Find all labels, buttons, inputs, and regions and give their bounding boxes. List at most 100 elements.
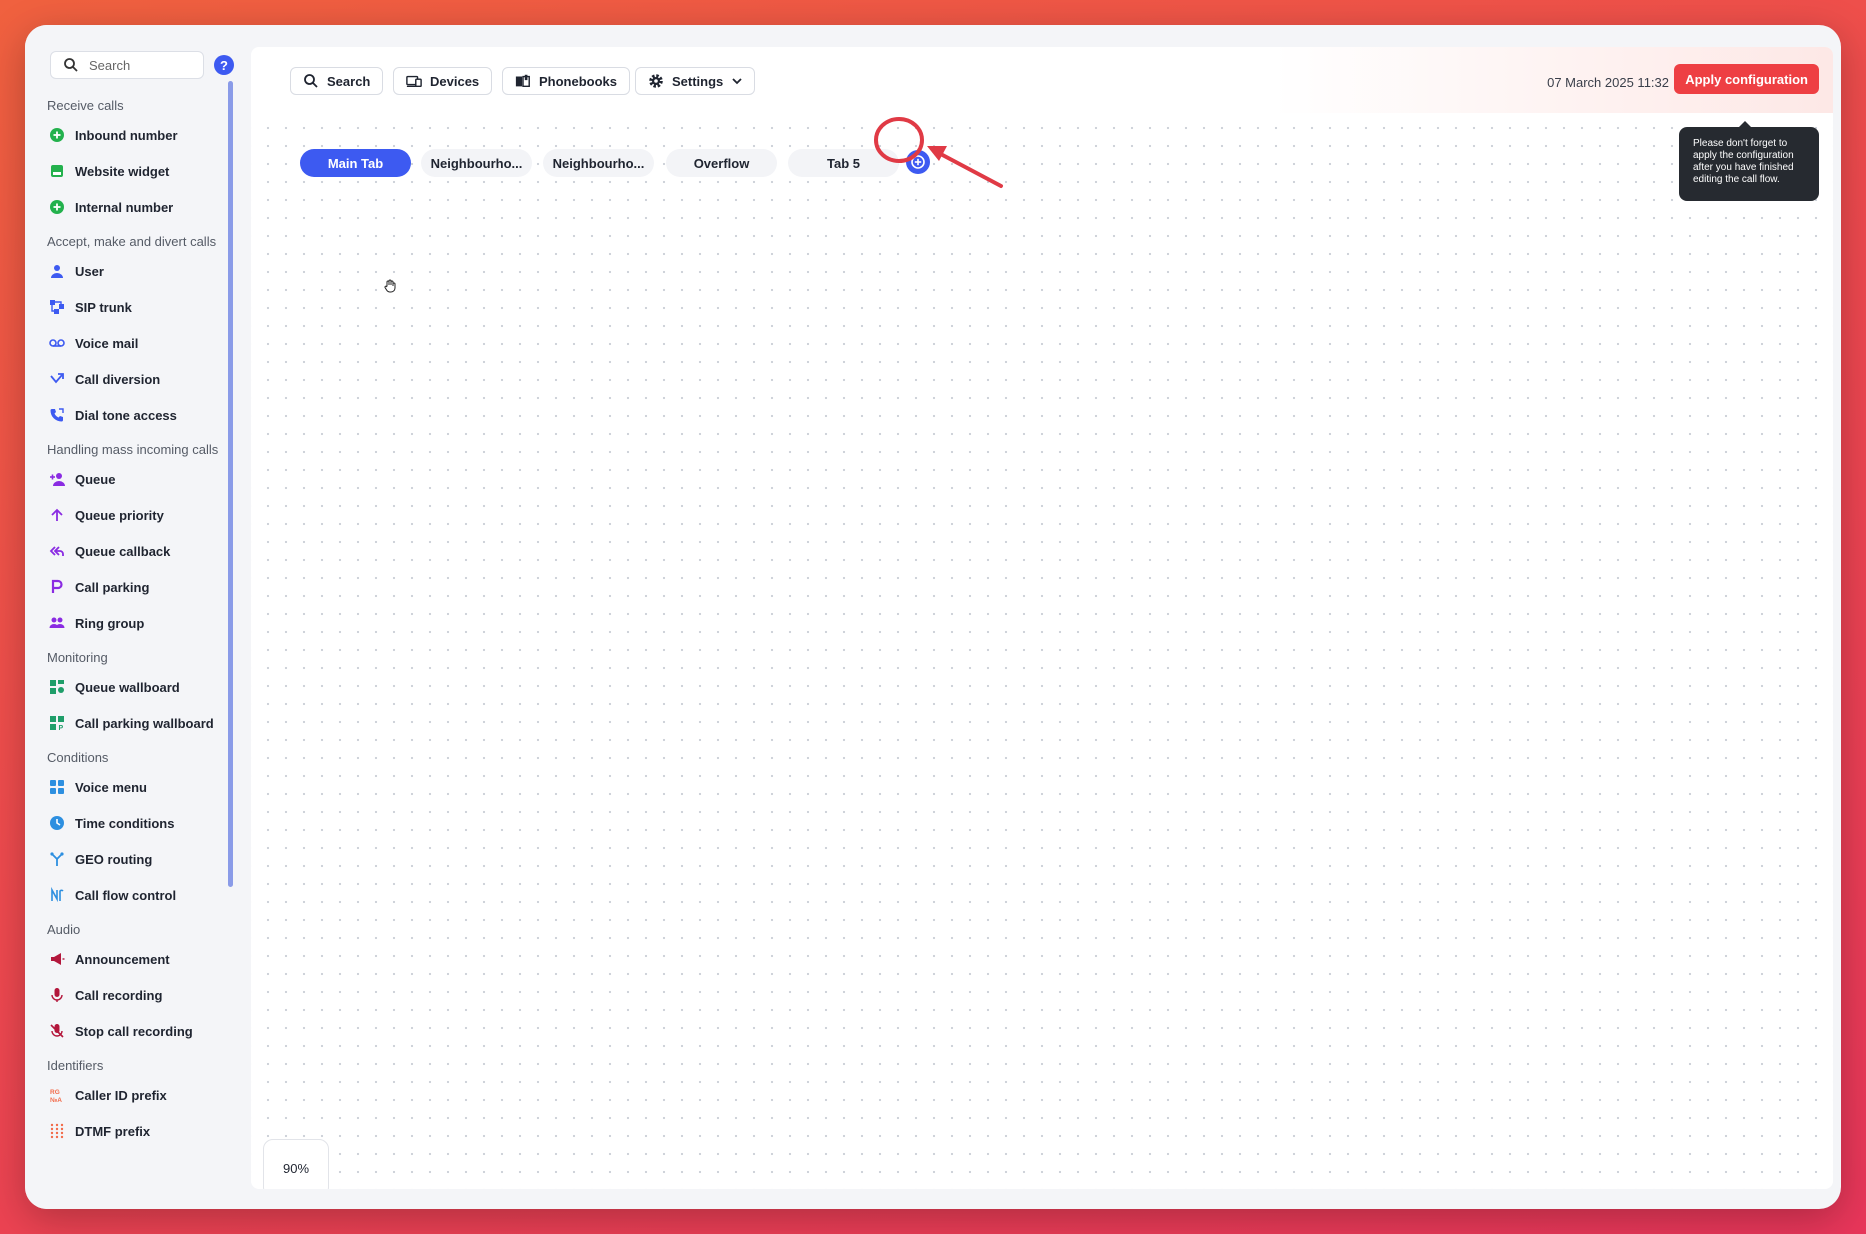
phonebook-icon [515, 73, 531, 89]
sidebar-section-title: Monitoring [47, 650, 108, 665]
chevron-down-icon [732, 77, 742, 85]
search-button-label: Search [327, 73, 371, 89]
sidebar-item-voice-menu[interactable]: Voice menu [25, 769, 235, 805]
sidebar-item-ring-group[interactable]: Ring group [25, 605, 235, 641]
sidebar-item-label: Call recording [75, 987, 163, 1003]
microphone-off-icon [49, 1023, 65, 1039]
sidebar-item-queue[interactable]: Queue [25, 461, 235, 497]
sip-trunk-icon [49, 299, 65, 315]
megaphone-icon [49, 951, 65, 967]
plus-circle-icon [911, 155, 925, 169]
queue-user-icon [49, 471, 65, 487]
tab-label: Overflow [693, 155, 750, 171]
sidebar-item-call-diversion[interactable]: Call diversion [25, 361, 235, 397]
microphone-icon [49, 987, 65, 1003]
sidebar-item-label: Inbound number [75, 127, 178, 143]
call-flow-canvas[interactable] [251, 113, 1833, 1189]
sidebar-item-label: Call parking [75, 579, 150, 595]
sidebar-item-label: DTMF prefix [75, 1123, 151, 1139]
widget-icon [49, 163, 65, 179]
sidebar-item-inbound-number[interactable]: Inbound number [25, 117, 235, 153]
sidebar-section-title: Audio [47, 922, 81, 937]
tab-overflow[interactable]: Overflow [666, 149, 777, 177]
sidebar-item-announcement[interactable]: Announcement [25, 941, 235, 977]
group-icon [49, 615, 65, 631]
user-icon [49, 263, 65, 279]
devices-button[interactable]: Devices [393, 67, 493, 95]
phonebooks-button[interactable]: Phonebooks [502, 67, 631, 95]
sidebar-item-label: Time conditions [75, 815, 175, 831]
fork-icon [49, 851, 65, 867]
sidebar-item-label: Call diversion [75, 371, 161, 387]
tab-label: Tab 5 [827, 155, 860, 171]
sidebar-item-caller-id-prefix[interactable]: RG №A Caller ID prefix [25, 1077, 235, 1113]
sidebar-item-stop-call-recording[interactable]: Stop call recording [25, 1013, 235, 1049]
add-tab-button[interactable] [906, 150, 930, 174]
sidebar-item-label: Call flow control [75, 887, 177, 903]
apply-reminder-tooltip: Please don't forget to apply the configu… [1679, 121, 1819, 201]
parking-wallboard-icon: P [49, 715, 65, 731]
sidebar-item-user[interactable]: User [25, 253, 235, 289]
search-button[interactable]: Search [290, 67, 384, 95]
sidebar-item-queue-callback[interactable]: Queue callback [25, 533, 235, 569]
sidebar-item-internal-number[interactable]: Internal number [25, 189, 235, 225]
settings-dropdown[interactable]: Settings [635, 67, 756, 95]
sidebar-search-input[interactable]: Search [50, 51, 204, 79]
tab-5[interactable]: Tab 5 [788, 149, 899, 177]
last-saved-date: 07 March 2025 11:32 [1547, 75, 1669, 90]
search-icon [303, 73, 319, 89]
apply-configuration-button[interactable]: Apply configuration [1674, 64, 1819, 94]
sidebar-item-dtmf-prefix[interactable]: DTMF prefix [25, 1113, 235, 1149]
sidebar-section-title: Handling mass incoming calls [47, 442, 219, 457]
hand-cursor-icon [384, 279, 396, 293]
sidebar-item-call-recording[interactable]: Call recording [25, 977, 235, 1013]
sidebar-item-voice-mail[interactable]: Voice mail [25, 325, 235, 361]
devices-icon [406, 73, 422, 89]
phone-icon [49, 407, 65, 423]
sidebar-item-dial-tone-access[interactable]: Dial tone access [25, 397, 235, 433]
voicemail-icon [49, 335, 65, 351]
tab-neighbourhood-1[interactable]: Neighbourho... [421, 149, 532, 177]
sidebar-item-label: Queue priority [75, 507, 164, 523]
sidebar-section-title: Accept, make and divert calls [47, 234, 217, 249]
app-window: Search ? Receive calls Inbound number Webs… [25, 25, 1841, 1209]
tab-main[interactable]: Main Tab [300, 149, 411, 177]
sidebar-item-label: Voice mail [75, 335, 139, 351]
tab-label: Neighbourho... [430, 155, 523, 171]
sidebar-item-call-parking-wallboard[interactable]: P Call parking wallboard [25, 705, 235, 741]
sidebar-item-label: Caller ID prefix [75, 1087, 167, 1103]
sidebar-item-sip-trunk[interactable]: SIP trunk [25, 289, 235, 325]
sidebar-search-placeholder: Search [89, 57, 131, 73]
help-icon[interactable]: ? [214, 55, 234, 75]
tab-neighbourhood-2[interactable]: Neighbourho... [543, 149, 654, 177]
main-panel: Search Devices Phonebooks Settings 07 Ma… [251, 47, 1833, 1189]
search-icon [64, 58, 78, 72]
caller-id-icon: RG №A [49, 1087, 65, 1103]
sidebar-item-queue-priority[interactable]: Queue priority [25, 497, 235, 533]
sidebar-item-time-conditions[interactable]: Time conditions [25, 805, 235, 841]
sidebar-item-geo-routing[interactable]: GEO routing [25, 841, 235, 877]
grid-icon [49, 779, 65, 795]
sidebar-item-label: Queue wallboard [75, 679, 180, 695]
parking-icon [49, 579, 65, 595]
sidebar-item-label: Dial tone access [75, 407, 177, 423]
sidebar-item-label: Queue [75, 471, 116, 487]
callback-icon [49, 543, 65, 559]
tab-label: Main Tab [327, 155, 384, 171]
sidebar-item-website-widget[interactable]: Website widget [25, 153, 235, 189]
flow-icon [49, 887, 65, 903]
sidebar-item-label: Announcement [75, 951, 170, 967]
sidebar-item-label: Queue callback [75, 543, 171, 559]
sidebar-item-label: Stop call recording [75, 1023, 193, 1039]
sidebar-item-label: User [75, 263, 104, 279]
sidebar-item-label: Voice menu [75, 779, 148, 795]
sidebar-item-call-flow-control[interactable]: Call flow control [25, 877, 235, 913]
sidebar-item-queue-wallboard[interactable]: Queue wallboard [25, 669, 235, 705]
sidebar-item-call-parking[interactable]: Call parking [25, 569, 235, 605]
tab-label: Neighbourho... [552, 155, 645, 171]
wallboard-icon [49, 679, 65, 695]
svg-text:P: P [59, 725, 64, 731]
sidebar-item-label: Call parking wallboard [75, 715, 214, 731]
zoom-level[interactable]: 90% [263, 1139, 329, 1189]
plus-circle-icon [49, 199, 65, 215]
